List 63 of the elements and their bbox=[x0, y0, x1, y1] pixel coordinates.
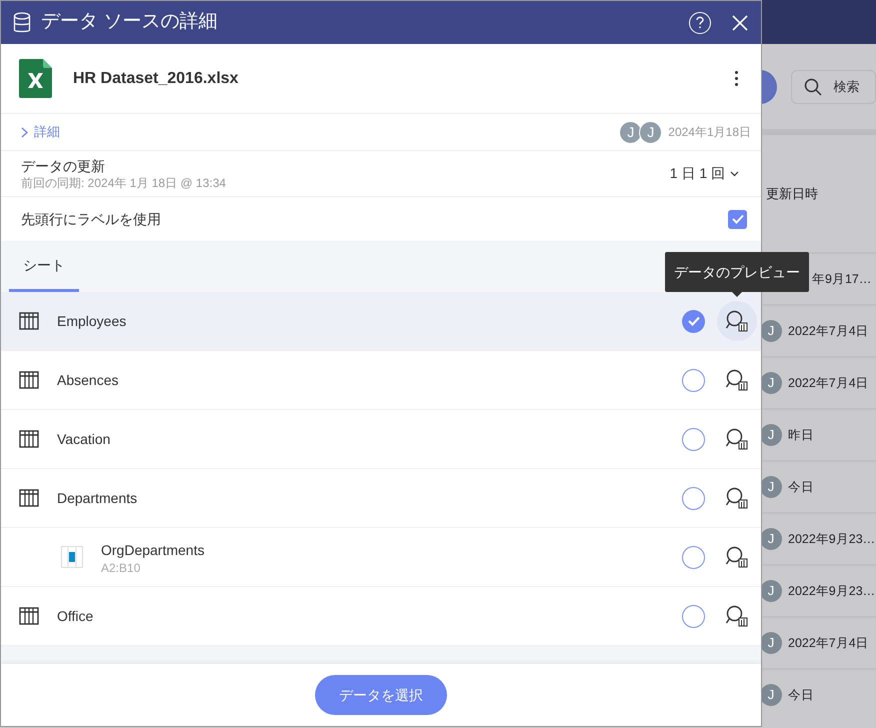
sheet-name: Departments bbox=[57, 488, 138, 508]
avatar: J bbox=[639, 120, 662, 144]
preview-icon bbox=[725, 368, 749, 392]
refresh-label: データの更新 bbox=[21, 156, 106, 174]
avatar: J bbox=[619, 120, 642, 144]
tooltip: データのプレビュー bbox=[665, 252, 809, 292]
column-header: 更新日時 bbox=[766, 184, 818, 203]
close-icon bbox=[732, 14, 748, 30]
modified-date: 年9月17… bbox=[812, 270, 872, 288]
help-button[interactable] bbox=[689, 12, 711, 34]
avatar: J bbox=[760, 476, 782, 498]
preview-icon bbox=[725, 604, 749, 628]
avatar: J bbox=[760, 424, 782, 446]
modified-date: 2022年7月4日 bbox=[788, 374, 869, 392]
checkbox-label: 先頭行にラベルを使用 bbox=[21, 210, 161, 228]
avatar: J bbox=[760, 320, 782, 342]
avatar: J bbox=[760, 528, 782, 550]
sheet-row[interactable]: Employees bbox=[1, 292, 761, 351]
modified-date: 2022年9月23… bbox=[788, 582, 876, 600]
frequency-dropdown[interactable]: 1 日 1 回 bbox=[670, 163, 739, 184]
chevron-down-icon bbox=[730, 170, 739, 176]
sheet-name: Vacation bbox=[57, 430, 110, 448]
preview-icon bbox=[725, 545, 749, 569]
checkmark-icon bbox=[688, 316, 700, 326]
chevron-right-icon bbox=[21, 126, 28, 138]
avatar: J bbox=[760, 632, 782, 654]
close-button[interactable] bbox=[731, 14, 749, 32]
avatar: J bbox=[760, 684, 782, 706]
table-icon bbox=[19, 607, 39, 625]
sheet-name: Absences bbox=[57, 370, 118, 390]
last-sync-text: 前回の同期: 2024年 1月 18日 @ 13:34 bbox=[21, 174, 226, 190]
avatar: J bbox=[760, 372, 782, 394]
modified-date: 2024年1月18日 bbox=[668, 124, 751, 141]
search-field[interactable]: 検索 bbox=[790, 70, 876, 104]
sheet-name: Office bbox=[57, 606, 94, 626]
checkmark-icon bbox=[732, 214, 744, 224]
checkbox[interactable] bbox=[728, 210, 747, 228]
table-icon bbox=[19, 489, 39, 507]
preview-icon bbox=[725, 427, 749, 451]
preview-icon bbox=[725, 486, 749, 510]
help-icon bbox=[695, 16, 705, 29]
sheet-range: A2:B10 bbox=[101, 560, 142, 574]
sheet-name: OrgDepartments bbox=[101, 540, 204, 560]
modified-date: 昨日 bbox=[788, 426, 814, 444]
preview-button[interactable] bbox=[717, 301, 757, 341]
search-icon bbox=[804, 78, 822, 96]
modified-date: 今日 bbox=[788, 478, 814, 496]
modified-date: 2022年7月4日 bbox=[788, 634, 869, 652]
preview-icon bbox=[725, 309, 749, 333]
avatar: J bbox=[760, 580, 782, 602]
tooltip-pointer bbox=[732, 292, 742, 297]
table-icon bbox=[19, 371, 39, 389]
modified-date: 今日 bbox=[788, 686, 814, 704]
spreadsheet-file-icon bbox=[19, 59, 52, 98]
range-icon bbox=[61, 546, 83, 568]
database-icon bbox=[13, 12, 31, 34]
file-name: HR Dataset_2016.xlsx bbox=[73, 68, 238, 88]
dialog-title: データ ソースの詳細 bbox=[41, 10, 218, 34]
table-icon bbox=[19, 312, 39, 330]
sheet-name: Employees bbox=[57, 312, 126, 331]
modified-date: 2022年9月23… bbox=[788, 530, 876, 548]
modified-date: 2022年7月4日 bbox=[788, 322, 869, 340]
table-icon bbox=[19, 430, 39, 448]
